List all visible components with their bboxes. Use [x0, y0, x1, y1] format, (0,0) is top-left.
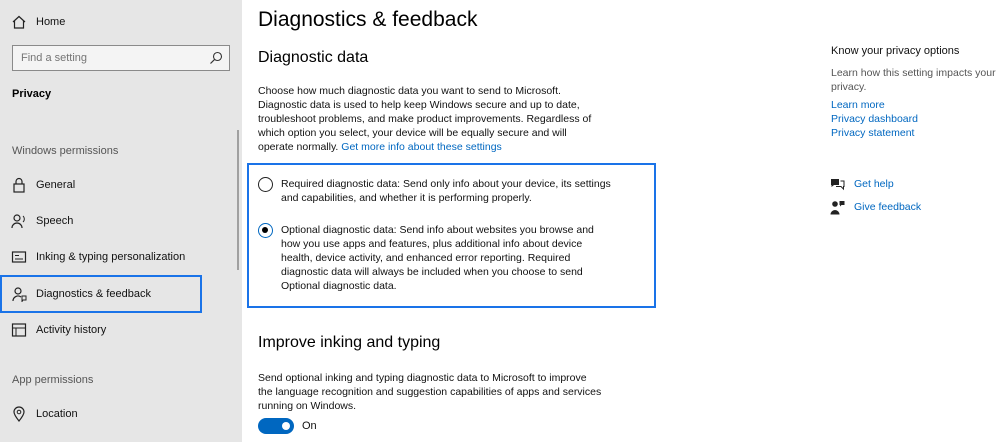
sidebar-item-label: Location	[36, 408, 78, 420]
inking-toggle-state: On	[302, 420, 317, 432]
search-box[interactable]	[12, 45, 230, 71]
sidebar-item-label: Speech	[36, 215, 74, 227]
privacy-options-title: Know your privacy options	[831, 45, 960, 57]
more-info-link[interactable]: Get more info about these settings	[341, 141, 502, 153]
optional-radio[interactable]	[258, 223, 273, 238]
sidebar-item-label: Activity history	[36, 324, 107, 336]
home-icon	[12, 15, 26, 29]
required-radio[interactable]	[258, 177, 273, 192]
inking-heading: Improve inking and typing	[258, 334, 441, 351]
activity-icon	[11, 323, 27, 337]
feedback-icon	[830, 201, 845, 215]
lock-icon	[13, 177, 25, 193]
optional-option-label: Optional diagnostic data: Send info abou…	[281, 224, 594, 292]
home-label: Home	[36, 16, 66, 28]
app-permissions-heading: App permissions	[12, 374, 94, 386]
diagnostic-intro: Choose how much diagnostic data you want…	[258, 84, 603, 154]
inking-toggle[interactable]	[258, 418, 294, 434]
help-chat-icon	[831, 179, 845, 191]
sidebar-item-inking[interactable]: Inking & typing personalization	[0, 239, 242, 275]
sidebar-item-diagnostics[interactable]: Diagnostics & feedback	[0, 275, 202, 313]
sidebar-scrollbar[interactable]	[237, 130, 239, 270]
sidebar-item-label: Inking & typing personalization	[36, 251, 186, 263]
search-input[interactable]	[13, 46, 203, 70]
give-feedback-link[interactable]: Give feedback	[854, 201, 921, 213]
sidebar-item-speech[interactable]: Speech	[0, 203, 242, 239]
diagnostic-data-heading: Diagnostic data	[258, 49, 369, 66]
privacy-section-title: Privacy	[12, 88, 52, 100]
required-option-label: Required diagnostic data: Send only info…	[281, 178, 611, 204]
sidebar-item-label: Diagnostics & feedback	[36, 288, 151, 300]
search-icon[interactable]	[209, 51, 223, 65]
get-help-link[interactable]: Get help	[854, 178, 894, 190]
windows-permissions-heading: Windows permissions	[12, 145, 119, 157]
sidebar-item-general[interactable]: General	[0, 167, 242, 203]
page-title: Diagnostics & feedback	[258, 8, 478, 31]
learn-more-link[interactable]: Learn more	[831, 99, 885, 111]
location-icon	[13, 406, 25, 422]
sidebar-item-location[interactable]: Location	[0, 396, 242, 432]
privacy-statement-link[interactable]: Privacy statement	[831, 127, 914, 139]
diagnostics-icon	[12, 287, 27, 302]
speech-icon	[11, 214, 25, 229]
sidebar: Home Privacy Windows permissions General…	[0, 0, 242, 442]
inking-description: Send optional inking and typing diagnost…	[258, 372, 602, 412]
sidebar-item-label: General	[36, 179, 76, 191]
privacy-dashboard-link[interactable]: Privacy dashboard	[831, 113, 918, 125]
home-nav-item[interactable]: Home	[0, 4, 242, 40]
sidebar-item-activity-history[interactable]: Activity history	[0, 312, 242, 348]
privacy-options-description: Learn how this setting impacts your priv…	[831, 67, 996, 93]
inking-icon	[11, 251, 27, 263]
